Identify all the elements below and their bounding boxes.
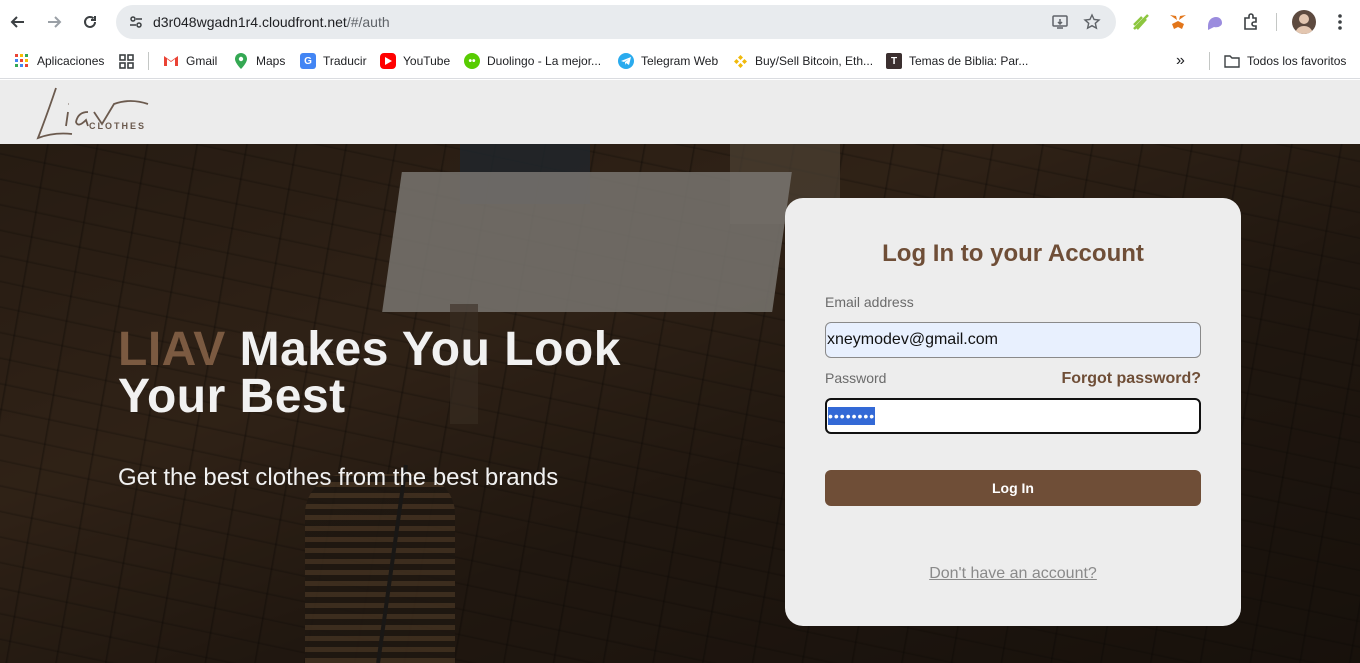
bookmark-divider — [148, 52, 149, 70]
signup-link[interactable]: Don't have an account? — [785, 565, 1241, 583]
profile-avatar[interactable] — [1292, 10, 1316, 34]
bookmark-star-icon[interactable] — [1082, 12, 1102, 32]
hero-brand-word: LIAV — [118, 323, 226, 376]
bookmark-youtube[interactable]: YouTube — [380, 51, 450, 71]
forward-arrow-icon[interactable] — [39, 7, 69, 37]
site-info-icon[interactable] — [124, 10, 148, 34]
reload-icon[interactable] — [75, 7, 105, 37]
bookmark-label: Buy/Sell Bitcoin, Eth... — [755, 54, 874, 68]
gmail-icon — [163, 53, 179, 69]
password-label: Password — [825, 370, 887, 386]
bookmark-telegram[interactable]: Telegram Web — [618, 51, 718, 71]
telegram-icon — [618, 53, 634, 69]
translate-icon: G — [300, 53, 316, 69]
apps-grid-icon — [14, 53, 30, 69]
bookmark-gmail[interactable]: Gmail — [163, 51, 217, 71]
bookmark-label: Gmail — [186, 54, 218, 68]
bookmark-label: Telegram Web — [641, 54, 719, 68]
duolingo-icon: •• — [464, 53, 480, 69]
bookmark-binance[interactable]: Buy/Sell Bitcoin, Eth... — [732, 51, 873, 71]
bookmark-apps[interactable]: Aplicaciones — [14, 51, 104, 71]
url-text: d3r048wgadn1r4.cloudfront.net/#/auth — [153, 14, 390, 30]
bookmark-label: Maps — [256, 54, 286, 68]
bookmark-label: Todos los favoritos — [1247, 54, 1347, 68]
email-field[interactable]: xneymodev@gmail.com — [825, 322, 1201, 358]
metamask-fox-icon[interactable] — [1166, 10, 1190, 34]
toolbar-divider — [1276, 13, 1277, 31]
bookmark-label: Aplicaciones — [37, 54, 105, 68]
email-label: Email address — [825, 294, 914, 310]
youtube-icon — [380, 53, 396, 69]
all-bookmarks-folder[interactable]: Todos los favoritos — [1224, 51, 1346, 71]
login-title: Log In to your Account — [882, 240, 1144, 267]
bookmark-maps[interactable]: Maps — [233, 51, 285, 71]
site-header: CLOTHES — [0, 80, 1360, 144]
install-app-icon[interactable] — [1050, 12, 1070, 32]
binance-icon — [732, 53, 748, 69]
bookmark-label: YouTube — [403, 54, 451, 68]
url-path: /#/auth — [346, 14, 390, 30]
address-bar[interactable]: d3r048wgadn1r4.cloudfront.net/#/auth — [116, 5, 1116, 39]
bookmark-label: Traducir — [323, 54, 367, 68]
bookmark-bible[interactable]: T Temas de Biblia: Par... — [886, 51, 1028, 71]
bookmark-duolingo[interactable]: •• Duolingo - La mejor... — [464, 51, 601, 71]
bookmark-translate[interactable]: G Traducir — [300, 51, 367, 71]
bookmark-divider — [1209, 52, 1210, 70]
back-arrow-icon[interactable] — [3, 7, 33, 37]
password-field[interactable]: •••••••• — [825, 398, 1201, 434]
login-button[interactable]: Log In — [825, 470, 1201, 506]
extension-leaf-icon[interactable] — [1129, 10, 1153, 34]
url-host: d3r048wgadn1r4.cloudfront.net — [153, 14, 347, 30]
hero-subline: Get the best clothes from the best brand… — [118, 464, 559, 491]
extensions-puzzle-icon[interactable] — [1239, 10, 1263, 34]
forgot-password-link[interactable]: Forgot password? — [1061, 370, 1201, 388]
bookmark-label: Temas de Biblia: Par... — [909, 54, 1029, 68]
bible-icon: T — [886, 53, 902, 69]
folder-icon — [1224, 53, 1240, 69]
logo-subtitle: CLOTHES — [89, 121, 147, 131]
liav-logo[interactable]: CLOTHES — [34, 82, 154, 142]
login-card: Log In to your Account Email address xne… — [785, 198, 1241, 626]
bookmark-label: Duolingo - La mejor... — [487, 54, 602, 68]
password-value: •••••••• — [828, 407, 876, 425]
bookmark-qr[interactable] — [118, 51, 134, 71]
browser-toolbar: d3r048wgadn1r4.cloudfront.net/#/auth — [0, 0, 1360, 44]
email-value: xneymodev@gmail.com — [827, 331, 998, 348]
more-menu-icon[interactable] — [1328, 10, 1352, 34]
maps-pin-icon — [233, 53, 249, 69]
hero-headline: LIAV Makes You Look Your Best — [118, 323, 678, 421]
qr-grid-icon — [118, 53, 134, 69]
bookmarks-overflow-icon[interactable]: » — [1176, 51, 1185, 71]
bookmarks-bar: Aplicaciones Gmail Maps G Traducir YouTu… — [0, 44, 1360, 79]
extension-ghost-icon[interactable] — [1203, 10, 1227, 34]
